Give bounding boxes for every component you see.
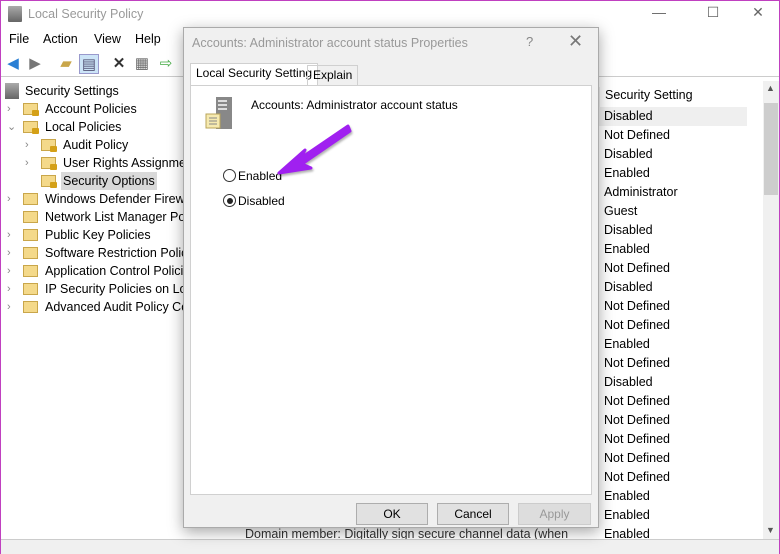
annotation-arrow-icon: [277, 124, 352, 175]
